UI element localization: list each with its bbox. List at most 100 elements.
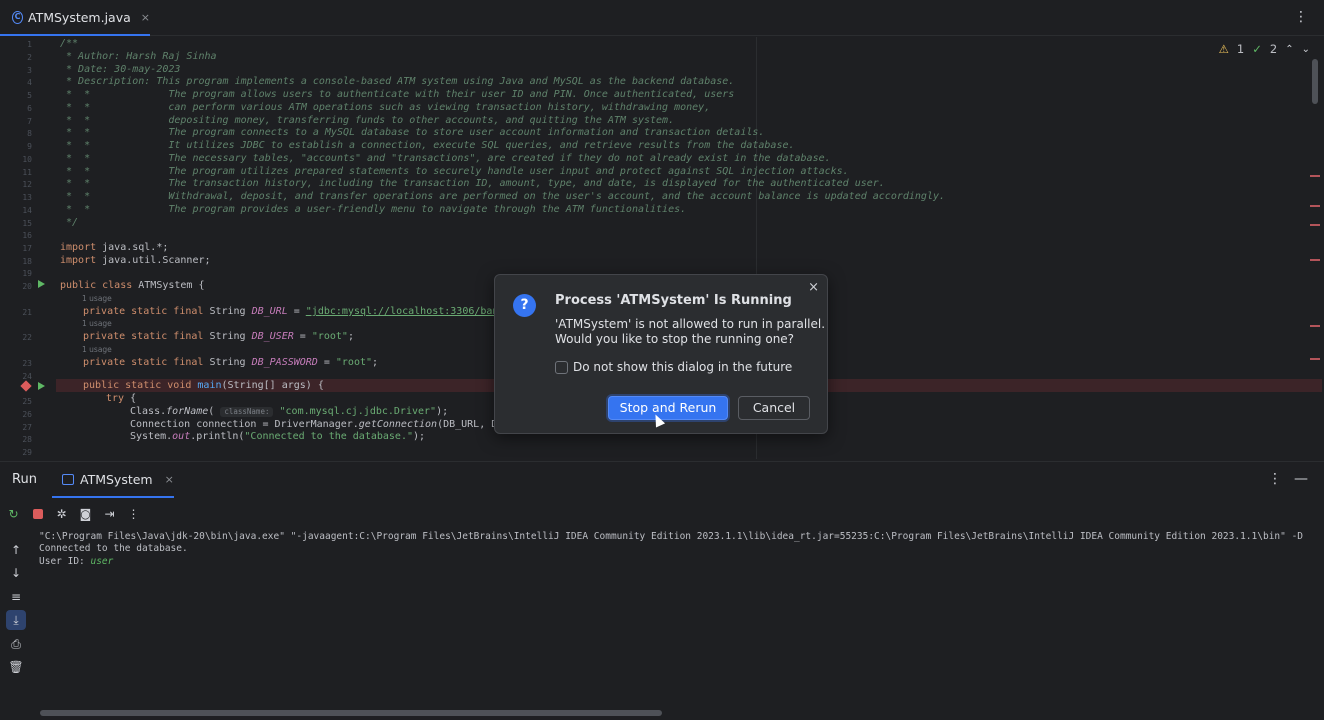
error-stripe-mark[interactable] [1310, 205, 1320, 207]
error-stripe-mark[interactable] [1310, 358, 1320, 360]
more-options-icon[interactable]: ⋮ [1294, 9, 1308, 25]
string-literal: "Connected to the database." [244, 431, 413, 442]
field-db-password: private static final String DB_PASSWORD … [83, 357, 378, 369]
warning-count: 1 [1236, 42, 1245, 56]
import-path: java.sql.*; [96, 242, 169, 253]
debug-icon[interactable]: ✲ [54, 507, 69, 522]
checkbox-label[interactable]: Do not show this dialog in the future [573, 360, 792, 374]
method-params: (String[] args) { [221, 380, 324, 391]
warning-icon: ⚠ [1218, 42, 1229, 56]
cancel-button[interactable]: Cancel [738, 396, 810, 420]
import-line: import java.util.Scanner; [60, 255, 211, 267]
keyword: public static void [83, 380, 192, 391]
close-icon[interactable]: × [141, 11, 150, 24]
doc-comment-line: * * Withdrawal, deposit, and transfer op… [60, 191, 946, 202]
brace: { [124, 393, 137, 404]
more-options-icon[interactable]: ⋮ [126, 507, 141, 522]
code-text: ); [412, 431, 426, 442]
console-output[interactable]: "C:\Program Files\Java\jdk-20\bin\java.e… [39, 531, 1324, 701]
keyword: public class [60, 280, 133, 291]
line-number: 2 [27, 53, 32, 62]
method-name: main [197, 380, 222, 391]
run-side-toolbar: ↑ ↓ ≡ ⤓ ⎙ 🗑 [0, 540, 32, 720]
console-prompt-line: User ID: user [39, 556, 113, 568]
breakpoint-icon[interactable] [20, 380, 32, 392]
minimize-icon[interactable]: — [1294, 471, 1308, 487]
import-line: import java.sql.*; [60, 242, 168, 254]
dialog-message: 'ATMSystem' is not allowed to run in par… [555, 317, 826, 331]
horizontal-scrollbar[interactable] [40, 710, 662, 716]
usage-hint[interactable]: 1 usage [82, 319, 112, 328]
line-number: 17 [22, 244, 32, 253]
line-number: 7 [27, 117, 32, 126]
code-text: System. [130, 431, 173, 442]
keyword: private static final [83, 357, 204, 368]
run-header: Run ATMSystem × ⋮ — [0, 462, 1324, 498]
method-call: forName [166, 406, 209, 417]
stop-and-rerun-button[interactable]: Stop and Rerun [608, 396, 728, 420]
doc-comment-line: * * The program allows users to authenti… [60, 89, 735, 100]
semicolon: ; [372, 357, 379, 368]
line-number: 25 [22, 397, 32, 406]
type: String [203, 357, 252, 368]
inspection-widget[interactable]: ⚠ 1 ✓ 2 ⌃ ⌄ [1219, 42, 1310, 56]
error-stripe-mark[interactable] [1310, 259, 1320, 261]
doc-comment-line: * Description: This program implements a… [60, 76, 735, 87]
connection-line: Connection connection = DriverManager.ge… [130, 419, 509, 431]
usage-hint[interactable]: 1 usage [82, 345, 112, 354]
rerun-icon[interactable]: ↻ [6, 507, 21, 522]
vertical-scrollbar[interactable] [1312, 59, 1318, 104]
import-path: java.util.Scanner; [96, 255, 211, 266]
method-call: getConnection [358, 419, 438, 430]
arrow-down-icon[interactable]: ↓ [6, 563, 26, 583]
doc-comment-line: * * The program connects to a MySQL data… [60, 127, 765, 138]
line-number: 16 [22, 231, 32, 240]
keyword: private static final [83, 331, 204, 342]
console-line: Connected to the database. [39, 543, 188, 554]
keyword: import [60, 255, 97, 266]
more-options-icon[interactable]: ⋮ [1268, 471, 1282, 487]
line-number: 6 [27, 104, 32, 113]
code-text: Class. [130, 406, 167, 417]
doc-comment-line: /** [60, 38, 79, 49]
exit-icon[interactable]: ⇥ [102, 507, 117, 522]
arrow-up-icon[interactable]: ↑ [6, 540, 26, 560]
string-literal: "root" [311, 331, 348, 342]
close-icon[interactable]: × [808, 280, 819, 295]
keyword: try [106, 393, 125, 404]
line-number: 18 [22, 257, 32, 266]
usage-hint[interactable]: 1 usage [82, 294, 112, 303]
line-number: 11 [22, 168, 32, 177]
question-icon: ? [513, 294, 536, 317]
line-number: 8 [27, 129, 32, 138]
error-stripe-mark[interactable] [1310, 325, 1320, 327]
chevron-up-icon[interactable]: ⌃ [1285, 44, 1293, 55]
scroll-to-end-icon[interactable]: ⤓ [6, 610, 26, 630]
tab-run-atmsystem[interactable]: ATMSystem × [52, 462, 174, 498]
print-icon[interactable]: ⎙ [6, 634, 26, 654]
chevron-down-icon[interactable]: ⌄ [1302, 44, 1310, 55]
close-icon[interactable]: × [165, 473, 174, 486]
camera-icon[interactable]: ◙ [78, 507, 93, 522]
doc-comment-line: * * The transaction history, including t… [60, 178, 885, 189]
run-tool-window: Run ATMSystem × ⋮ — ↻ ✲ ◙ ⇥ ⋮ ↑ ↓ ≡ ⤓ ⎙ … [0, 461, 1324, 720]
trash-icon[interactable]: 🗑 [6, 657, 26, 677]
user-input: user [90, 556, 114, 567]
try-line: try { [106, 393, 136, 405]
static-field: out [172, 431, 191, 442]
doc-comment-line: * Author: Harsh Raj Sinha [60, 51, 217, 62]
line-gutter[interactable]: 1 2 3 4 5 6 7 8 9 10 11 12 13 14 15 16 1… [0, 37, 56, 459]
run-main-icon[interactable] [38, 382, 45, 390]
tab-atmsystem-java[interactable]: C ATMSystem.java × [0, 0, 150, 36]
soft-wrap-icon[interactable]: ≡ [6, 587, 26, 607]
keyword: private static final [83, 306, 204, 317]
error-stripe-mark[interactable] [1310, 175, 1320, 177]
do-not-show-checkbox[interactable] [555, 361, 568, 374]
error-stripe-mark[interactable] [1310, 224, 1320, 226]
run-panel-title: Run [12, 472, 37, 487]
run-class-icon[interactable] [38, 280, 45, 288]
stop-icon[interactable] [30, 507, 45, 522]
line-number: 24 [22, 372, 32, 381]
line-number: 15 [22, 219, 32, 228]
semicolon: ; [347, 331, 354, 342]
